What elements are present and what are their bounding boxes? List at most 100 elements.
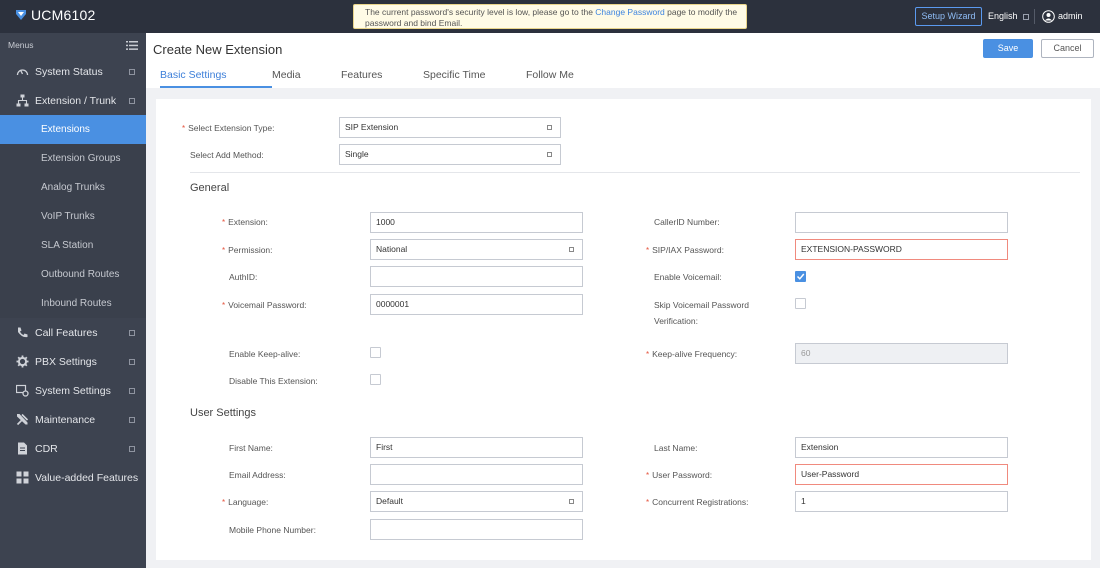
- enable-voicemail-checkbox[interactable]: [795, 271, 806, 282]
- required-mark: *: [222, 246, 226, 255]
- sidebar-item-label: PBX Settings: [35, 355, 97, 368]
- sidebar-item-label: Call Features: [35, 326, 98, 339]
- sip-password-input[interactable]: EXTENSION-PASSWORD: [795, 239, 1008, 260]
- required-mark: *: [646, 350, 650, 359]
- first-name-input[interactable]: First: [370, 437, 583, 458]
- sidebar-item-maintenance[interactable]: Maintenance: [0, 405, 146, 434]
- sidebar-item-system-status[interactable]: System Status: [0, 57, 146, 86]
- callerid-label: CallerID Number:: [654, 217, 720, 227]
- required-mark: *: [646, 246, 650, 255]
- tools-icon: [16, 413, 29, 426]
- change-password-link[interactable]: Change Password: [595, 7, 664, 17]
- sidebar-item-label: Value-added Features: [35, 471, 139, 484]
- sidebar-item-analog-trunks[interactable]: Analog Trunks: [0, 173, 146, 202]
- label-text: Concurrent Registrations:: [652, 497, 749, 507]
- tab-basic-settings[interactable]: Basic Settings: [160, 69, 272, 88]
- mobile-phone-input[interactable]: [370, 519, 583, 540]
- sidebar-item-label: System Settings: [35, 384, 111, 397]
- expand-icon: [129, 359, 135, 365]
- save-button[interactable]: Save: [983, 39, 1033, 58]
- page-header: Create New Extension Save Cancel Basic S…: [146, 33, 1100, 88]
- email-input[interactable]: [370, 464, 583, 485]
- setup-wizard-button[interactable]: Setup Wizard: [915, 7, 982, 26]
- select-value: Single: [345, 149, 369, 159]
- cancel-button[interactable]: Cancel: [1041, 39, 1094, 58]
- extension-label: * Extension:: [222, 216, 268, 229]
- divider: [1034, 9, 1035, 24]
- sidebar-item-sla-station[interactable]: SLA Station: [0, 231, 146, 260]
- phone-icon: [18, 327, 28, 338]
- tab-label: Basic Settings: [160, 69, 227, 81]
- label-text: Permission:: [228, 245, 273, 255]
- last-name-label: Last Name:: [654, 443, 698, 453]
- menu-toggle-icon[interactable]: [126, 40, 138, 50]
- tab-follow-me[interactable]: Follow Me: [526, 69, 574, 88]
- chevron-down-icon: [569, 499, 574, 504]
- user-password-input[interactable]: User-Password: [795, 464, 1008, 485]
- skip-vm-verification-checkbox[interactable]: [795, 298, 806, 309]
- enable-keepalive-label: Enable Keep-alive:: [229, 349, 301, 359]
- tab-features[interactable]: Features: [341, 69, 423, 88]
- disable-extension-checkbox[interactable]: [370, 374, 381, 385]
- language-dropdown[interactable]: English: [988, 7, 1029, 26]
- language-select[interactable]: Default: [370, 491, 583, 512]
- sidebar-item-label: System Status: [35, 65, 103, 78]
- expand-icon: [129, 69, 135, 75]
- disable-extension-label: Disable This Extension:: [229, 376, 318, 386]
- gauge-icon: [16, 69, 29, 76]
- sidebar-item-extension-trunk[interactable]: Extension / Trunk: [0, 86, 146, 115]
- sidebar-item-voip-trunks[interactable]: VoIP Trunks: [0, 202, 146, 231]
- required-mark: *: [646, 471, 650, 480]
- skip-vm-verification-label: Skip Voicemail Password Verification:: [654, 299, 749, 332]
- add-method-select[interactable]: Single: [339, 144, 561, 165]
- required-mark: *: [646, 498, 650, 507]
- expand-icon: [129, 330, 135, 336]
- sidebar-item-label: Maintenance: [35, 413, 96, 426]
- keepalive-frequency-input[interactable]: 60: [795, 343, 1008, 364]
- callerid-input[interactable]: [795, 212, 1008, 233]
- sip-password-label: * SIP/IAX Password:: [646, 244, 724, 257]
- sidebar-item-inbound-routes[interactable]: Inbound Routes: [0, 289, 146, 318]
- user-password-label: * User Password:: [646, 469, 712, 482]
- tab-media[interactable]: Media: [272, 69, 341, 88]
- enable-keepalive-checkbox[interactable]: [370, 347, 381, 358]
- sidebar-item-call-features[interactable]: Call Features: [0, 318, 146, 347]
- menus-header: Menus: [0, 33, 146, 57]
- required-mark: *: [222, 218, 226, 227]
- extension-input[interactable]: 1000: [370, 212, 583, 233]
- sidebar-item-label: Extension / Trunk: [35, 94, 117, 107]
- brand[interactable]: UCM6102: [14, 7, 95, 23]
- tab-bar: Basic Settings Media Features Specific T…: [160, 69, 574, 88]
- menus-label: Menus: [8, 40, 34, 50]
- authid-input[interactable]: [370, 266, 583, 287]
- required-mark: *: [182, 124, 186, 133]
- checkmark-icon: [796, 273, 805, 280]
- permission-label: * Permission:: [222, 244, 273, 257]
- system-settings-icon: [16, 384, 29, 397]
- sidebar-item-extensions[interactable]: Extensions: [0, 115, 146, 144]
- main-content: Create New Extension Save Cancel Basic S…: [146, 33, 1100, 568]
- user-menu[interactable]: admin: [1042, 7, 1083, 26]
- divider: [190, 172, 1080, 173]
- sidebar-item-value-added-features[interactable]: Value-added Features: [0, 463, 146, 492]
- tab-specific-time[interactable]: Specific Time: [423, 69, 526, 88]
- permission-select[interactable]: National: [370, 239, 583, 260]
- sidebar-item-system-settings[interactable]: System Settings: [0, 376, 146, 405]
- label-text: SIP/IAX Password:: [652, 245, 724, 255]
- voicemail-password-input[interactable]: 0000001: [370, 294, 583, 315]
- expand-icon: [129, 417, 135, 423]
- sidebar-item-extension-groups[interactable]: Extension Groups: [0, 144, 146, 173]
- concurrent-registrations-input[interactable]: 1: [795, 491, 1008, 512]
- sidebar-item-pbx-settings[interactable]: PBX Settings: [0, 347, 146, 376]
- sidebar-item-cdr[interactable]: CDR: [0, 434, 146, 463]
- chevron-down-icon: [547, 152, 552, 157]
- last-name-input[interactable]: Extension: [795, 437, 1008, 458]
- user-icon: [1042, 10, 1055, 23]
- extension-type-select[interactable]: SIP Extension: [339, 117, 561, 138]
- label-text: Voicemail Password:: [228, 300, 307, 310]
- concurrent-registrations-label: * Concurrent Registrations:: [646, 496, 749, 509]
- document-icon: [18, 442, 27, 455]
- sidebar-item-outbound-routes[interactable]: Outbound Routes: [0, 260, 146, 289]
- brand-name: UCM6102: [31, 7, 96, 23]
- mobile-phone-label: Mobile Phone Number:: [229, 525, 316, 535]
